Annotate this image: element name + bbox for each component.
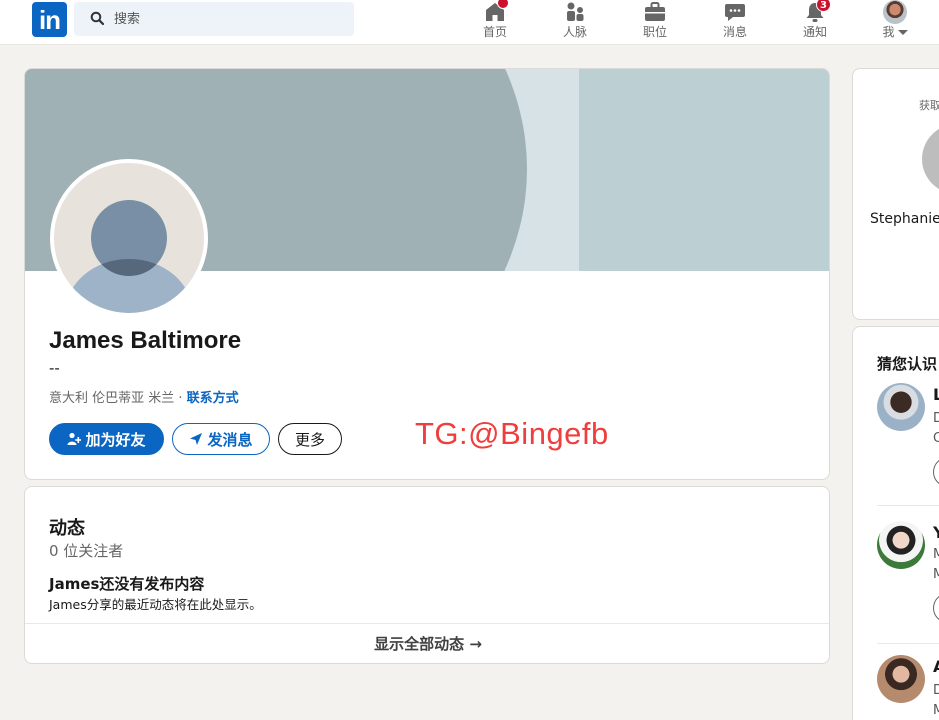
search-input[interactable] <box>114 8 344 30</box>
notification-count-badge: 3 <box>816 0 831 12</box>
person-headline: M <box>933 567 939 582</box>
search-box[interactable] <box>74 2 354 36</box>
search-icon <box>90 11 104 25</box>
follower-count: 0 位关注者 <box>49 542 124 560</box>
notification-dot <box>497 0 509 9</box>
linkedin-logo[interactable]: in <box>32 2 67 37</box>
avatar[interactable] <box>922 124 939 194</box>
show-all-activity-button[interactable]: 显示全部动态 → <box>25 624 829 663</box>
message-button-label: 发消息 <box>207 430 253 449</box>
person-headline: D <box>933 411 939 426</box>
nav-notifications-label: 通知 <box>802 25 827 39</box>
briefcase-icon <box>645 2 665 21</box>
people-you-may-know-card: 猜您认识 L D O Y M M A D M <box>852 326 939 720</box>
nav-home[interactable]: 首页 <box>465 0 525 45</box>
connect-button[interactable] <box>933 593 939 623</box>
profile-card: James Baltimore -- 意大利 伦巴蒂亚 米兰 · 联系方式 加为… <box>24 68 830 480</box>
person-headline: O <box>933 431 939 446</box>
promo-label: 获取 <box>919 99 939 112</box>
promo-name: Stephanie <box>870 211 939 227</box>
more-button-label: 更多 <box>294 430 325 449</box>
location-text: 意大利 伦巴蒂亚 米兰 · <box>49 391 187 406</box>
person-headline: M <box>933 547 939 562</box>
avatar[interactable] <box>877 521 925 569</box>
nav-jobs-label: 职位 <box>642 25 667 39</box>
contact-info-link[interactable]: 联系方式 <box>187 391 239 406</box>
avatar[interactable] <box>877 655 925 703</box>
divider <box>877 505 939 506</box>
nav-network-label: 人脉 <box>562 25 587 39</box>
nav-me[interactable]: 我 <box>865 0 925 45</box>
activity-card: 动态 0 位关注者 James还没有发布内容 James分享的最近动态将在此处显… <box>24 486 830 664</box>
avatar <box>883 0 907 24</box>
divider <box>877 643 939 644</box>
profile-avatar[interactable] <box>50 159 208 317</box>
profile-location: 意大利 伦巴蒂亚 米兰 · 联系方式 <box>49 387 239 406</box>
network-icon <box>567 2 584 21</box>
send-icon <box>190 433 203 445</box>
connect-button[interactable] <box>933 457 939 487</box>
chat-icon <box>725 4 745 21</box>
nav-notifications[interactable]: 3 通知 <box>785 0 845 45</box>
nav-me-label: 我 <box>865 23 925 40</box>
person-name[interactable]: Y <box>933 523 939 542</box>
activity-title: 动态 <box>49 518 85 539</box>
profile-name: James Baltimore <box>49 327 242 354</box>
more-button[interactable]: 更多 <box>278 423 342 455</box>
top-navigation-bar: in 首页 人脉 职位 消息 <box>0 0 939 45</box>
avatar[interactable] <box>877 383 925 431</box>
add-person-icon <box>67 432 82 445</box>
nav-network[interactable]: 人脉 <box>545 0 605 45</box>
chevron-down-icon <box>897 30 908 35</box>
nav-home-label: 首页 <box>482 25 507 39</box>
connect-button[interactable]: 加为好友 <box>49 423 164 455</box>
activity-empty-description: James分享的最近动态将在此处显示。 <box>49 597 262 612</box>
watermark-text: TG:@Bingefb <box>415 416 609 451</box>
message-button[interactable]: 发消息 <box>172 423 270 455</box>
nav-jobs[interactable]: 职位 <box>625 0 685 45</box>
person-name[interactable]: L <box>933 385 939 404</box>
nav-messaging-label: 消息 <box>722 25 747 39</box>
activity-empty-title: James还没有发布内容 <box>49 575 205 593</box>
profile-headline: -- <box>49 359 60 377</box>
person-headline: D <box>933 683 939 698</box>
person-headline: M <box>933 703 939 718</box>
connect-button-label: 加为好友 <box>85 430 146 449</box>
person-name[interactable]: A <box>933 657 939 676</box>
nav-messaging[interactable]: 消息 <box>705 0 765 45</box>
pymk-title: 猜您认识 <box>877 355 938 373</box>
sidebar-promo-card: 获取 Stephanie <box>852 68 939 320</box>
